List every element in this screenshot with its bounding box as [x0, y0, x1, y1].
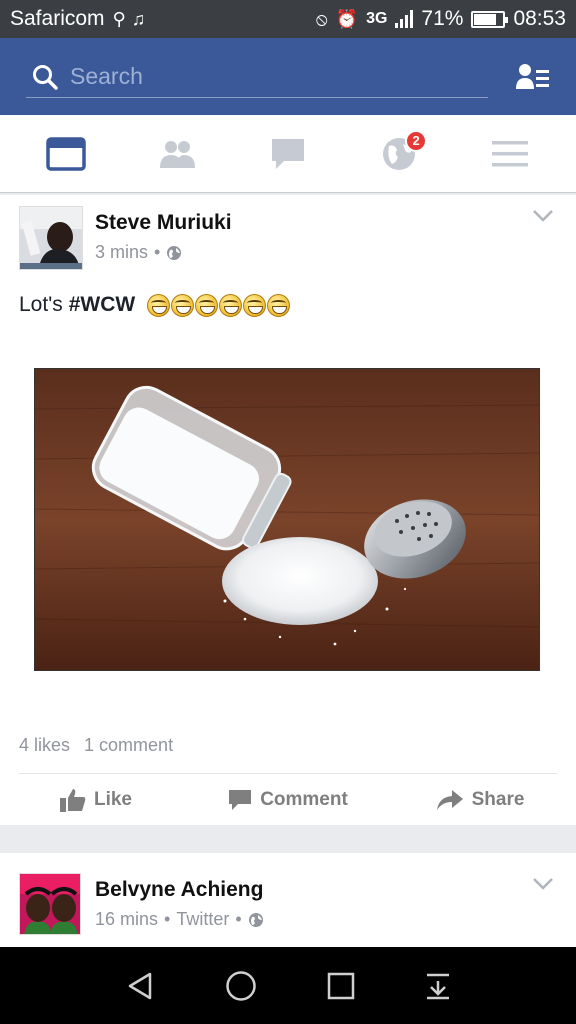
laughing-emoji-icon [147, 293, 171, 317]
back-icon[interactable] [125, 971, 155, 1001]
share-label: Share [471, 789, 525, 810]
friends-icon [159, 140, 195, 168]
search-icon [33, 64, 58, 90]
post-meta: 3 mins • [95, 242, 182, 263]
news-feed-icon [45, 136, 86, 171]
vibrate-icon: ⦸ [315, 8, 328, 29]
post-actions: Like Comment Share [0, 775, 576, 825]
salt-shaker-photo [35, 369, 539, 670]
carrier-name: Safaricom [10, 7, 105, 30]
tab-messages[interactable] [258, 124, 318, 184]
recent-apps-icon[interactable] [327, 972, 355, 1000]
post-author[interactable]: Belvyne Achieng [95, 878, 263, 902]
like-label: Like [93, 789, 133, 810]
clock: 08:53 [513, 7, 566, 30]
comment-label: Comment [260, 789, 348, 810]
battery-icon [471, 10, 509, 28]
post-time[interactable]: 3 mins [95, 242, 148, 263]
laughing-emoji-icon [171, 293, 195, 317]
post-time[interactable]: 16 mins [95, 909, 158, 930]
search-input[interactable] [70, 63, 450, 90]
likes-count[interactable]: 4 likes [19, 735, 70, 756]
tab-menu[interactable] [480, 124, 540, 184]
share-button[interactable]: Share [384, 789, 576, 811]
notification-shade-icon[interactable] [425, 972, 451, 1000]
notification-badge: 2 [405, 129, 428, 152]
thumbs-up-icon [59, 789, 86, 812]
laughing-emoji-icon [267, 293, 291, 317]
post-author[interactable]: Steve Muriuki [95, 211, 232, 235]
laughing-emoji-icon [195, 293, 219, 317]
chevron-down-icon[interactable] [532, 877, 554, 891]
comment-button[interactable]: Comment [192, 789, 384, 811]
share-arrow-icon [436, 790, 463, 810]
tab-notifications[interactable]: 2 [369, 124, 429, 184]
post-meta: 16 mins • Twitter • [95, 909, 264, 930]
hamburger-menu-icon [492, 140, 529, 166]
post-photo[interactable] [34, 368, 540, 671]
network-type: 3G [366, 10, 388, 27]
chat-notification-icon: ⚲ [112, 8, 126, 29]
comments-count[interactable]: 1 comment [84, 735, 173, 756]
tab-friend-requests[interactable] [147, 124, 207, 184]
feed-post: Steve Muriuki 3 mins • Lot's #WCW 4 like… [0, 195, 576, 825]
alarm-icon: ⏰ [335, 8, 359, 29]
post-text: Lot's #WCW [19, 293, 291, 317]
profile-photo-image [20, 874, 80, 934]
profile-photo-image [20, 207, 82, 269]
chevron-down-icon[interactable] [532, 209, 554, 223]
status-bar: Safaricom ⚲ ♫ ⦸ ⏰ 3G 71% 08:53 [0, 0, 576, 38]
like-button[interactable]: Like [0, 788, 192, 812]
comment-icon [229, 790, 252, 810]
system-navigation-bar [0, 947, 576, 1024]
divider [19, 773, 557, 774]
tab-bar: 2 [0, 115, 576, 193]
public-globe-icon [167, 245, 182, 260]
post-text-prefix: Lot's [19, 293, 63, 316]
music-notification-icon: ♫ [131, 8, 146, 29]
avatar[interactable] [19, 873, 81, 935]
chat-bubble-icon [271, 138, 304, 169]
battery-percent: 71% [421, 7, 464, 30]
public-globe-icon [248, 912, 263, 927]
emoji-group [147, 293, 291, 317]
post-source: Twitter [176, 909, 230, 929]
signal-icon [395, 10, 414, 28]
tab-news-feed[interactable] [36, 124, 96, 184]
hashtag-link[interactable]: #WCW [69, 293, 136, 317]
friends-list-icon[interactable] [516, 63, 550, 91]
post-stats: 4 likes 1 comment [19, 735, 173, 756]
laughing-emoji-icon [219, 293, 243, 317]
avatar[interactable] [19, 206, 83, 270]
top-bar [0, 38, 576, 115]
laughing-emoji-icon [243, 293, 267, 317]
home-icon[interactable] [225, 970, 257, 1002]
feed-post: Belvyne Achieng 16 mins • Twitter • [0, 853, 576, 947]
search-field[interactable] [26, 56, 488, 98]
